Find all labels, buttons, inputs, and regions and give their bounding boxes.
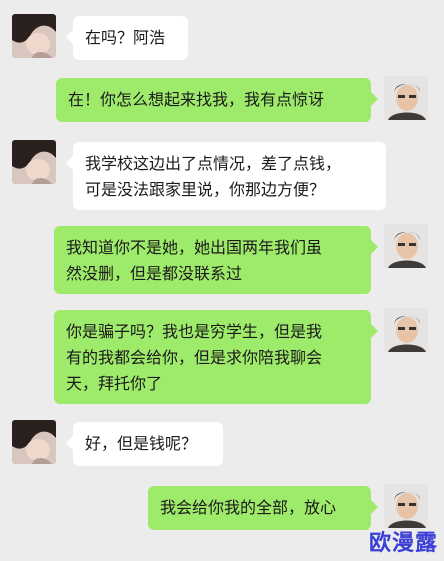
user-avatar[interactable] <box>384 76 428 120</box>
woman-avatar-icon <box>12 140 56 184</box>
man-avatar-icon <box>384 224 428 268</box>
chat-bubble-left[interactable]: 我学校这边出了点情况，差了点钱， 可是没法跟家里说，你那边方便？ <box>66 142 386 210</box>
man-avatar-icon <box>384 484 428 528</box>
chat-bubble-left[interactable]: 在吗？阿浩 <box>66 16 188 60</box>
user-avatar[interactable] <box>384 484 428 528</box>
chat-bubble-right[interactable]: 在！你怎么想起来找我，我有点惊讶 <box>56 78 378 122</box>
woman-avatar-icon <box>12 420 56 464</box>
contact-avatar[interactable] <box>12 420 56 464</box>
woman-avatar-icon <box>12 14 56 58</box>
chat-bubble-right[interactable]: 你是骗子吗？我也是穷学生，但是我 有的我都会给你，但是求你陪我聊会 天，拜托你了 <box>54 310 378 404</box>
contact-avatar[interactable] <box>12 14 56 58</box>
chat-bubble-right[interactable]: 我会给你我的全部，放心 <box>148 486 378 530</box>
chat-bubble-right[interactable]: 我知道你不是她，她出国两年我们虽 然没删，但是都没联系过 <box>54 226 378 294</box>
contact-avatar[interactable] <box>12 140 56 184</box>
man-avatar-icon <box>384 76 428 120</box>
watermark-text: 欧漫露 <box>368 531 438 556</box>
user-avatar[interactable] <box>384 308 428 352</box>
user-avatar[interactable] <box>384 224 428 268</box>
chat-bubble-left[interactable]: 好，但是钱呢？ <box>66 422 223 466</box>
man-avatar-icon <box>384 308 428 352</box>
